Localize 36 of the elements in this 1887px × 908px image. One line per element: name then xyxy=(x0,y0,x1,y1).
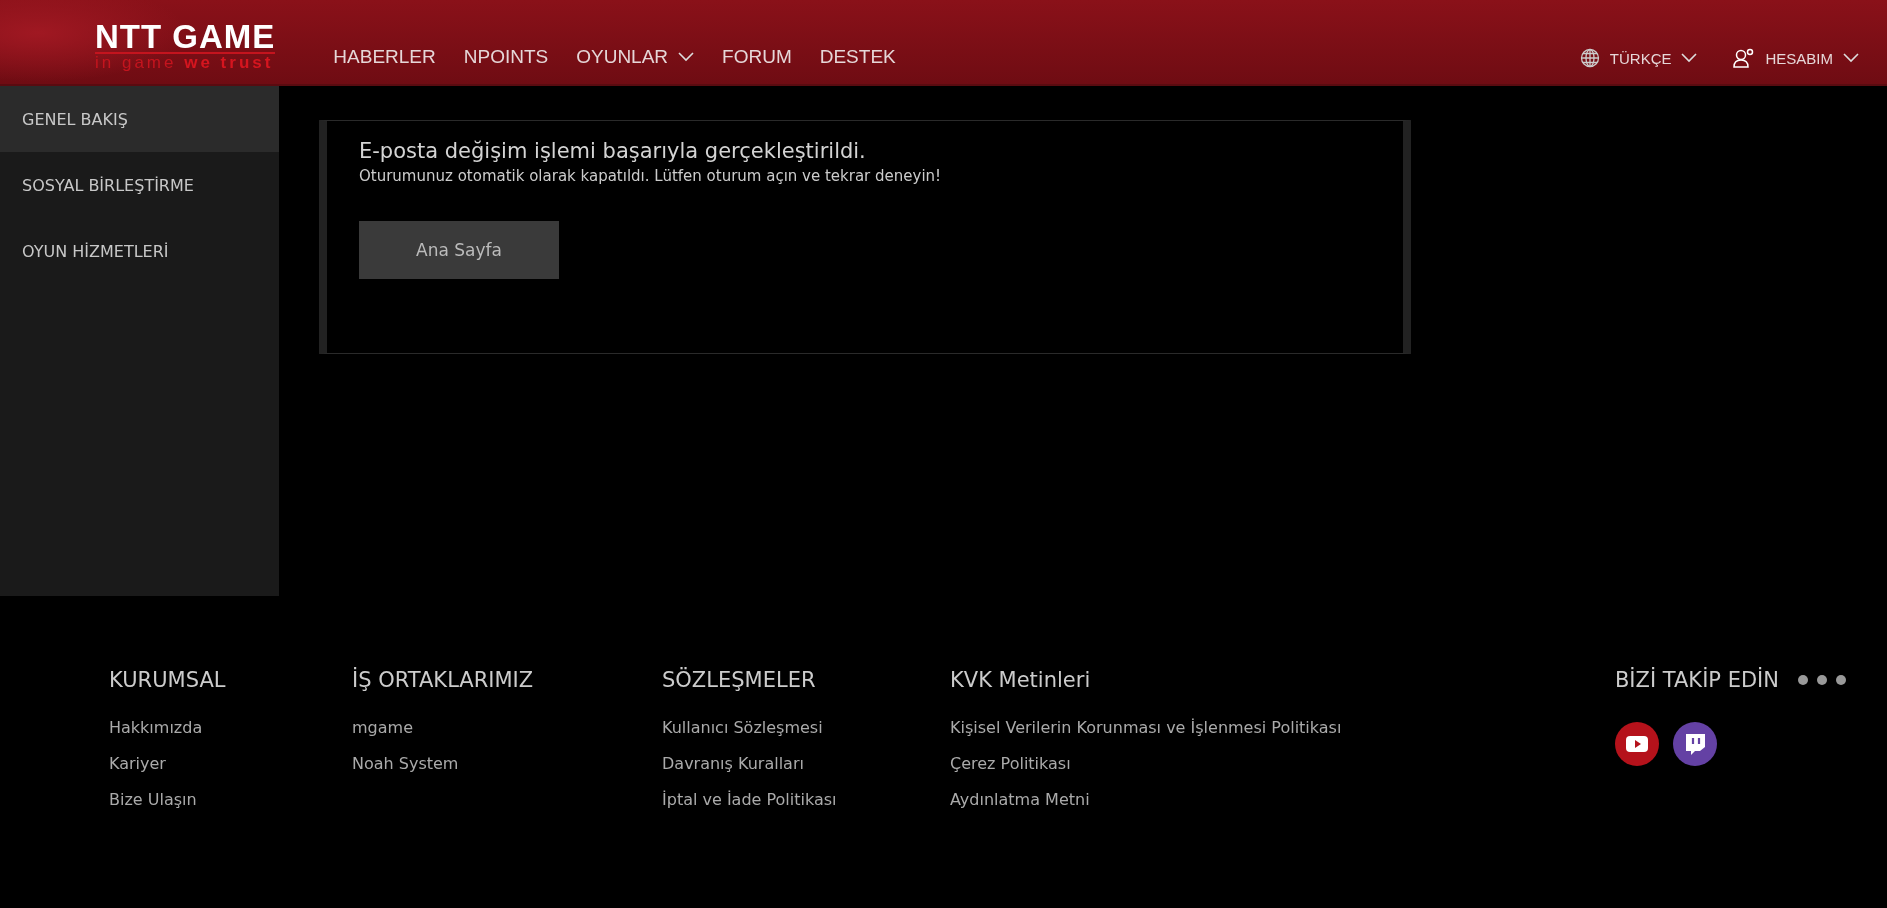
footer-link[interactable]: Noah System xyxy=(352,754,662,773)
nav-link[interactable]: OYUNLAR xyxy=(576,46,695,68)
footer-link[interactable]: Davranış Kuralları xyxy=(662,754,950,773)
nav-link[interactable]: NPOINTS xyxy=(463,46,549,68)
footer-link[interactable]: Hakkımızda xyxy=(109,718,352,737)
footer-link[interactable]: Çerez Politikası xyxy=(950,754,1350,773)
footer-link[interactable]: Bize Ulaşın xyxy=(109,790,352,809)
nav-link[interactable]: FORUM xyxy=(722,46,792,68)
footer-link[interactable]: İptal ve İade Politikası xyxy=(662,790,950,809)
notice-title: E-posta değişim işlemi başarıyla gerçekleştirildi. xyxy=(359,139,867,163)
footer-link[interactable]: Aydınlatma Metni xyxy=(950,790,1350,809)
footer-heading: İŞ ORTAKLARIMIZ xyxy=(352,668,535,692)
user-icon xyxy=(1733,48,1756,68)
notice-message: Oturumunuz otomatik olarak kapatıldı. Lütfen oturum açın ve tekrar deneyin! xyxy=(359,167,943,185)
language-menu[interactable]: TÜRKÇE xyxy=(1579,48,1698,68)
home-button[interactable]: Ana Sayfa xyxy=(359,221,559,279)
footer-heading: BİZİ TAKİP EDİN xyxy=(1614,668,1779,692)
logo-tagline: in game we trust xyxy=(95,54,275,72)
globe-icon xyxy=(1579,48,1600,68)
footer-link[interactable]: Kariyer xyxy=(109,754,352,773)
video-play-icon[interactable] xyxy=(1614,722,1659,766)
sidebar-item[interactable]: SOSYAL BİRLEŞTİRME xyxy=(0,152,279,218)
account-menu[interactable]: HESABIM xyxy=(1733,48,1859,68)
nav-link[interactable]: DESTEK xyxy=(819,46,896,68)
nav-link[interactable]: HABERLER xyxy=(333,46,436,68)
chat-bubble-icon[interactable] xyxy=(1672,722,1717,766)
footer-link[interactable]: Kişisel Verilerin Korunması ve İşlenmesi Politikası xyxy=(950,718,1350,737)
footer-heading: KURUMSAL xyxy=(109,668,227,692)
more-icon[interactable] xyxy=(1797,674,1847,686)
footer-heading: KVK Metinleri xyxy=(950,668,1092,692)
sidebar-item[interactable]: OYUN HİZMETLERİ xyxy=(0,218,279,284)
footer-heading: SÖZLEŞMELER xyxy=(662,668,817,692)
footer-link[interactable]: mgame xyxy=(352,718,662,737)
footer-link[interactable]: Kullanıcı Sözleşmesi xyxy=(662,718,950,737)
sidebar-item[interactable]: GENEL BAKIŞ xyxy=(0,86,279,152)
logo-title[interactable]: NTT GAME xyxy=(95,22,276,54)
